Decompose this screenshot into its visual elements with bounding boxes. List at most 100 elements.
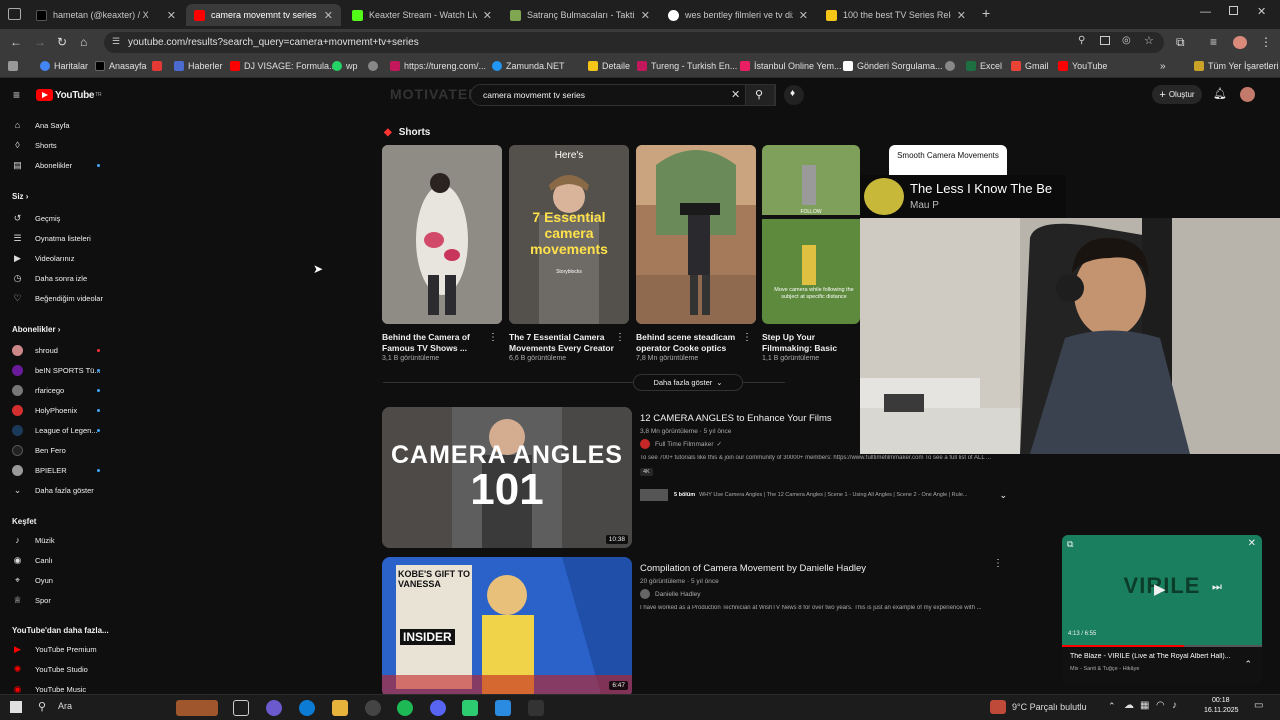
- search-button[interactable]: ⚲: [745, 84, 775, 106]
- reload-icon[interactable]: ↻: [57, 35, 67, 49]
- search-highlight-icon[interactable]: [176, 700, 218, 716]
- tab-x[interactable]: hametan (@keaxter) / X ✕: [28, 4, 184, 26]
- sidebar-item-music[interactable]: ♪ Müzik: [12, 535, 54, 546]
- sidebar-item-liked[interactable]: ♡ Beğendiğim videolar: [12, 293, 103, 304]
- video-channel[interactable]: Danielle Hadley: [640, 589, 701, 599]
- app-icon[interactable]: [462, 700, 478, 716]
- sidebar-item-gaming[interactable]: ⌖ Oyun: [12, 575, 53, 586]
- bookmark-detaile[interactable]: Detaile: [588, 61, 630, 71]
- sidebar-item-your-videos[interactable]: ▶ Videolarınız: [12, 253, 74, 264]
- bookmark-anasayfa[interactable]: Anasayfa: [95, 61, 147, 71]
- more-vert-icon[interactable]: ⋮: [742, 332, 752, 343]
- bookmark-gmail[interactable]: Gmail: [1011, 61, 1049, 71]
- bookmark-wp[interactable]: wp: [332, 61, 358, 71]
- account-avatar[interactable]: [1240, 87, 1255, 102]
- sidebar-show-more[interactable]: ⌄ Daha fazla göster: [12, 485, 94, 496]
- wifi-icon[interactable]: ◠: [1156, 700, 1165, 711]
- short-card[interactable]: Behind scene steadicam operator Cooke op…: [636, 145, 756, 362]
- bookmark-globe2[interactable]: [945, 61, 959, 71]
- sidebar-item-watch-later[interactable]: ◷ Daha sonra izle: [12, 273, 88, 284]
- sidebar-sub-bein[interactable]: beIN SPORTS Tü...: [12, 365, 101, 376]
- sidebar-sub-benfero[interactable]: Ben Fero: [12, 445, 66, 456]
- short-title[interactable]: Step Up Your Filmmaking: Basic Camera Mo…: [762, 332, 867, 354]
- task-view-icon[interactable]: [233, 700, 249, 716]
- file-explorer-icon[interactable]: [332, 700, 348, 716]
- chevron-up-icon[interactable]: ⌃: [1108, 701, 1116, 712]
- video-title[interactable]: Compilation of Camera Movement by Daniel…: [640, 563, 866, 574]
- short-card-partial[interactable]: Smooth Camera Movements: [889, 145, 1007, 175]
- short-thumbnail[interactable]: FOLLOW Move camera while following the s…: [762, 145, 860, 324]
- back-icon[interactable]: ←: [10, 35, 22, 49]
- sidebar-sub-holyphoenix[interactable]: HolyPhoenix: [12, 405, 100, 416]
- menu-list-icon[interactable]: ≡: [1210, 35, 1217, 49]
- bookmark-globe[interactable]: [368, 61, 382, 71]
- copilot-icon[interactable]: [266, 700, 282, 716]
- bookmark-djvisage[interactable]: DJ VISAGE: Formula...: [230, 61, 337, 71]
- all-bookmarks[interactable]: Tüm Yer İşaretleri: [1194, 61, 1279, 71]
- bookmark-haritalar[interactable]: Haritalar: [40, 61, 88, 71]
- sidebar-item-music-app[interactable]: ◉ YouTube Music: [12, 684, 87, 694]
- sidebar-sub-rfaricego[interactable]: rfaricego: [12, 385, 100, 396]
- sidebar-item-sports[interactable]: ♕ Spor: [12, 595, 50, 606]
- bookmark-gonderi[interactable]: Gönderi Sorgulama...: [843, 61, 943, 71]
- video-title[interactable]: 12 CAMERA ANGLES to Enhance Your Films: [640, 413, 832, 424]
- start-icon[interactable]: [10, 701, 22, 713]
- close-icon[interactable]: ✕: [957, 9, 966, 22]
- search-input[interactable]: camera movmemt tv series ✕: [470, 84, 776, 106]
- short-title[interactable]: Behind scene steadicam operator Cooke op…: [636, 332, 741, 354]
- close-icon[interactable]: ✕: [167, 9, 176, 22]
- close-icon[interactable]: ✕: [641, 9, 650, 22]
- weather-text[interactable]: 9°C Parçalı bulutlu: [1012, 702, 1087, 712]
- tab-imdb[interactable]: 100 the best TV Series Release ✕: [818, 4, 974, 26]
- bookmark-zamunda[interactable]: Zamunda.NET: [492, 61, 565, 71]
- sidebar-you-header[interactable]: Siz ›: [12, 192, 28, 201]
- bookmark-excel[interactable]: Excel: [966, 61, 1002, 71]
- clock-date[interactable]: 16.11.2025: [1204, 707, 1239, 714]
- volume-icon[interactable]: ♪: [1172, 700, 1177, 711]
- chrome-icon[interactable]: [365, 700, 381, 716]
- bookmark-yemek[interactable]: İstanbul Online Yem...: [740, 61, 842, 71]
- more-vert-icon[interactable]: ⋮: [488, 332, 498, 343]
- forward-icon[interactable]: →: [34, 35, 46, 49]
- short-card[interactable]: Behind the Camera of Famous TV Shows ...…: [382, 145, 502, 362]
- chevron-down-icon[interactable]: ⌄: [999, 490, 1007, 501]
- close-icon[interactable]: ✕: [324, 9, 333, 22]
- more-vert-icon[interactable]: ⋮: [615, 332, 625, 343]
- short-thumbnail[interactable]: [382, 145, 502, 324]
- tab-chess[interactable]: Satranç Bulmacaları - Taktik Ha ✕: [502, 4, 658, 26]
- bookmark-red[interactable]: [152, 61, 166, 71]
- home-icon[interactable]: ⌂: [80, 35, 87, 49]
- video-thumbnail[interactable]: CAMERA ANGLES 101 10:38: [382, 407, 632, 548]
- video-thumbnail[interactable]: KOBE'S GIFT TO VANESSA INSIDER 6:47: [382, 557, 632, 694]
- more-vert-icon[interactable]: ⋮: [993, 558, 1003, 569]
- sidebar-item-playlists[interactable]: ☰ Oynatma listeleri: [12, 233, 90, 244]
- window-close-icon[interactable]: ✕: [1257, 5, 1266, 18]
- more-bookmarks-icon[interactable]: »: [1160, 61, 1166, 72]
- extensions-icon[interactable]: ⧉: [1176, 35, 1185, 50]
- clock-time[interactable]: 00:18: [1212, 697, 1230, 704]
- bookmark-tureng[interactable]: https://tureng.com/...: [390, 61, 486, 71]
- short-card[interactable]: FOLLOW Move camera while following the s…: [762, 145, 862, 362]
- site-info-icon[interactable]: ☰: [112, 36, 120, 47]
- short-title[interactable]: The 7 Essential Camera Movements Every C…: [509, 332, 614, 354]
- short-title[interactable]: Behind the Camera of Famous TV Shows ...: [382, 332, 487, 354]
- close-icon[interactable]: ✕: [1248, 538, 1256, 549]
- sidebar-item-history[interactable]: ↺ Geçmiş: [12, 213, 61, 224]
- profile-avatar[interactable]: [1233, 36, 1247, 49]
- weather-icon[interactable]: [990, 700, 1006, 714]
- miniplayer[interactable]: VIRILE ⧉ ✕ ▶ ⏭ 4:13 / 6:55 The Blaze - V…: [1062, 535, 1262, 684]
- new-tab-icon[interactable]: +: [982, 5, 990, 21]
- sidebar-subs-header[interactable]: Abonelikler ›: [12, 325, 60, 334]
- url-field[interactable]: ☰ youtube.com/results?search_query=camer…: [104, 32, 1164, 53]
- close-icon[interactable]: ✕: [483, 9, 492, 22]
- cloud-icon[interactable]: ☁: [1124, 700, 1134, 711]
- sidebar-sub-lol[interactable]: League of Legen...: [12, 425, 100, 436]
- tab-kick[interactable]: Keaxter Stream - Watch Live on ✕: [344, 4, 500, 26]
- play-icon[interactable]: ▶: [1154, 580, 1166, 598]
- miniplayer-title[interactable]: The Blaze - VIRILE (Live at The Royal Al…: [1070, 653, 1246, 660]
- sidebar-item-live[interactable]: ◉ Canlı: [12, 555, 53, 566]
- sidebar-sub-bpieler[interactable]: BPIELER: [12, 465, 100, 476]
- discord-icon[interactable]: [430, 700, 446, 716]
- bookmark-haberler[interactable]: Haberler: [174, 61, 223, 71]
- spotify-icon[interactable]: [397, 700, 413, 716]
